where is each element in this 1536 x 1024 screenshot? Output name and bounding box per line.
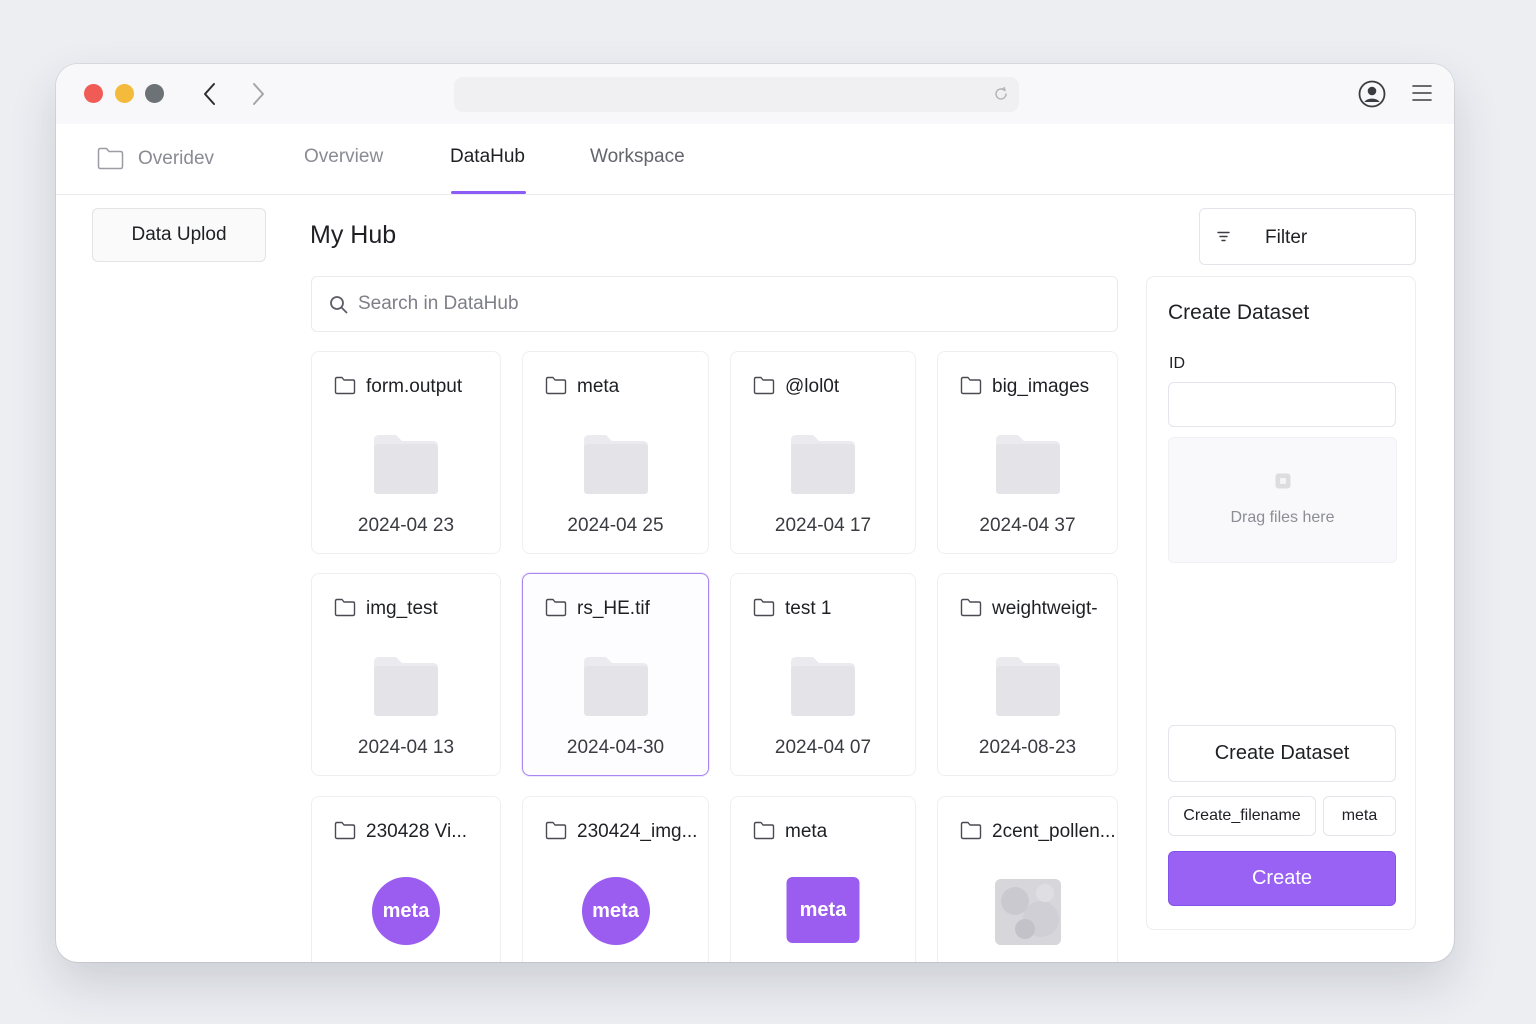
card-title: rs_HE.tif — [577, 598, 650, 619]
card-date: 2024-04 23 — [357, 515, 455, 536]
card-title: meta — [785, 821, 828, 842]
folder-thumbnail-icon — [787, 654, 859, 723]
create-filename-chip[interactable]: Create_filename — [1168, 796, 1316, 836]
dataset-card[interactable]: test 1 2024-04 07 — [730, 573, 916, 776]
card-title: img_test — [366, 598, 438, 619]
card-title: big_images — [992, 376, 1090, 397]
hamburger-menu-icon — [1412, 85, 1432, 101]
zoom-window-button[interactable] — [145, 84, 164, 103]
folder-icon — [960, 376, 982, 400]
card-date: 2024-04 37 — [979, 515, 1076, 536]
card-title: 230428 Vi... — [366, 821, 468, 842]
drop-zone-label: Drag files here — [1230, 509, 1335, 526]
image-thumbnail — [994, 879, 1061, 945]
create-dataset-button[interactable]: Create Dataset — [1168, 725, 1396, 782]
folder-thumbnail-icon — [787, 432, 859, 501]
back-button[interactable] — [197, 80, 223, 108]
file-drop-zone[interactable]: Drag files here — [1168, 437, 1397, 563]
create-button[interactable]: Create — [1168, 851, 1396, 906]
chevron-left-icon — [204, 83, 215, 105]
card-date: 2024-04 07 — [774, 737, 872, 758]
forward-button[interactable] — [245, 80, 271, 108]
dataset-card[interactable]: meta meta — [730, 796, 916, 962]
card-title: meta — [577, 376, 620, 397]
folder-thumbnail-icon — [370, 654, 442, 723]
search-input[interactable] — [358, 287, 1098, 321]
dataset-card[interactable]: 2cent_pollen... — [937, 796, 1118, 962]
search-icon — [330, 296, 348, 314]
folder-thumbnail-icon — [992, 432, 1064, 501]
folder-icon — [753, 821, 775, 845]
dataset-card[interactable]: 230428 Vi... meta — [311, 796, 501, 962]
image-icon — [1275, 473, 1291, 489]
page-title: My Hub — [310, 221, 397, 249]
folder-icon — [334, 598, 356, 622]
folder-icon — [545, 598, 567, 622]
tab-overview[interactable]: Overview — [304, 146, 383, 194]
tab-workspace[interactable]: Workspace — [590, 146, 685, 194]
meta-badge: meta — [372, 877, 440, 945]
card-date: 2024-08-23 — [978, 737, 1077, 758]
data-upload-button[interactable]: Data Uplod — [92, 208, 266, 262]
meta-chip[interactable]: meta — [1323, 796, 1396, 836]
card-title: form.output — [366, 376, 463, 397]
search-box[interactable] — [311, 276, 1118, 332]
meta-badge: meta — [786, 877, 860, 943]
chevron-right-icon — [253, 83, 264, 105]
id-label: ID — [1169, 355, 1185, 372]
top-navigation: Overidev Overview DataHub Workspace — [56, 124, 1454, 195]
profile-button[interactable] — [1357, 79, 1387, 109]
reload-icon — [995, 86, 1007, 100]
folder-thumbnail-icon — [580, 432, 652, 501]
dataset-card[interactable]: form.output 2024-04 23 — [311, 351, 501, 554]
folder-thumbnail-icon — [580, 654, 652, 723]
filter-label: Filter — [1265, 227, 1308, 248]
reload-button[interactable] — [991, 84, 1011, 104]
tab-datahub[interactable]: DataHub — [450, 146, 526, 194]
title-bar — [56, 64, 1454, 124]
folder-icon — [545, 376, 567, 400]
card-date: 2024-04 25 — [567, 515, 664, 536]
folder-icon — [960, 821, 982, 845]
folder-icon — [334, 376, 356, 400]
folder-icon — [545, 821, 567, 845]
meta-badge: meta — [581, 877, 650, 945]
dataset-card[interactable]: big_images 2024-04 37 — [937, 351, 1118, 554]
card-title: 230424_img... — [577, 821, 698, 842]
card-date: 2024-04 17 — [774, 515, 872, 536]
folder-icon — [334, 821, 356, 845]
card-date: 2024-04-30 — [566, 737, 665, 758]
dataset-card[interactable]: @lol0t 2024-04 17 — [730, 351, 916, 554]
address-bar[interactable] — [454, 77, 1019, 112]
folder-thumbnail-icon — [992, 654, 1064, 723]
card-date: 2024-04 13 — [357, 737, 455, 758]
filter-button[interactable]: Filter — [1199, 208, 1416, 265]
folder-icon — [97, 147, 124, 170]
card-title: weightweigt- — [992, 598, 1098, 619]
folder-icon — [753, 598, 775, 622]
card-title: 2cent_pollen... — [992, 821, 1116, 842]
dataset-card[interactable]: weightweigt- 2024-08-23 — [937, 573, 1118, 776]
brand[interactable]: Overidev — [97, 147, 214, 170]
folder-thumbnail-icon — [370, 432, 442, 501]
minimize-window-button[interactable] — [115, 84, 134, 103]
dataset-card[interactable]: img_test 2024-04 13 — [311, 573, 501, 776]
folder-icon — [960, 598, 982, 622]
filter-icon — [1217, 231, 1230, 242]
close-window-button[interactable] — [84, 84, 103, 103]
card-title: test 1 — [785, 598, 832, 619]
user-circle-icon — [1358, 80, 1386, 108]
id-field[interactable] — [1168, 382, 1396, 427]
dataset-card[interactable]: 230424_img...meta — [522, 796, 709, 962]
brand-label: Overidev — [138, 147, 215, 169]
create-dataset-panel: Create Dataset ID Drag files here Create… — [1146, 276, 1416, 930]
folder-icon — [753, 376, 775, 400]
dataset-card[interactable]: meta 2024-04 25 — [522, 351, 709, 554]
menu-button[interactable] — [1410, 81, 1434, 105]
dataset-card[interactable]: rs_HE.tif 2024-04-30 — [522, 573, 709, 776]
card-title: @lol0t — [785, 376, 840, 397]
browser-window: Overidev Overview DataHub Workspace Data… — [56, 64, 1454, 962]
panel-title: Create Dataset — [1168, 301, 1310, 324]
